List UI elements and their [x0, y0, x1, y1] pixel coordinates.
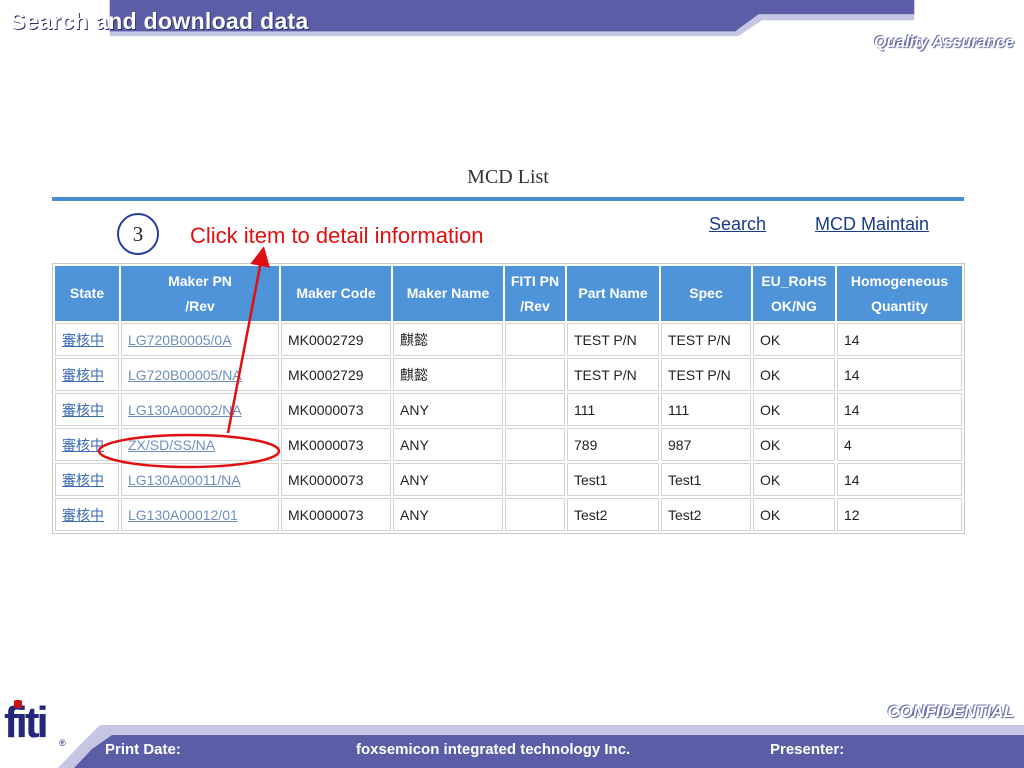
instruction-text: Click item to detail information — [190, 223, 484, 248]
spec-cell: TEST P/N — [661, 358, 751, 391]
logo-red-dot-icon — [14, 700, 22, 708]
section-subtitle: Quality Assurance — [874, 34, 1014, 51]
mcd-maintain-link[interactable]: MCD Maintain — [815, 214, 929, 235]
maker-code-cell: MK0002729 — [281, 358, 391, 391]
maker-pn-link[interactable]: LG720B00005/NA — [121, 358, 279, 391]
step-number-circle: 3 — [117, 213, 159, 255]
rohs-cell: OK — [753, 323, 835, 356]
registered-mark-icon: ® — [59, 738, 66, 748]
maker-pn-link[interactable]: LG130A00012/01 — [121, 498, 279, 531]
maker-name-cell: ANY — [393, 428, 503, 461]
state-link[interactable]: 審核中 — [55, 463, 119, 496]
rohs-cell: OK — [753, 393, 835, 426]
title-divider — [52, 197, 964, 201]
spec-cell: Test2 — [661, 498, 751, 531]
spec-cell: Test1 — [661, 463, 751, 496]
part-name-cell: TEST P/N — [567, 323, 659, 356]
fiti-pn-cell — [505, 428, 565, 461]
col-header-maker-pn: Maker PN/Rev — [121, 266, 279, 321]
fiti-pn-cell — [505, 463, 565, 496]
table-row: 審核中 ZX/SD/SS/NA MK0000073 ANY 789 987 OK… — [55, 428, 962, 461]
maker-name-cell: ANY — [393, 498, 503, 531]
spec-cell: 987 — [661, 428, 751, 461]
maker-name-cell: 麒懿 — [393, 323, 503, 356]
maker-code-cell: MK0000073 — [281, 498, 391, 531]
print-date-label: Print Date: — [105, 741, 181, 758]
rohs-cell: OK — [753, 428, 835, 461]
table-row: 審核中 LG130A00012/01 MK0000073 ANY Test2 T… — [55, 498, 962, 531]
col-header-fiti-pn: FITI PN/Rev — [505, 266, 565, 321]
spec-cell: 111 — [661, 393, 751, 426]
quantity-cell: 4 — [837, 428, 962, 461]
fiti-logo: fiti — [4, 698, 49, 747]
part-name-cell: Test2 — [567, 498, 659, 531]
table-row: 審核中 LG720B0005/0A MK0002729 麒懿 TEST P/N … — [55, 323, 962, 356]
part-name-cell: TEST P/N — [567, 358, 659, 391]
mcd-list-table: State Maker PN/Rev Maker Code Maker Name… — [52, 263, 965, 534]
maker-name-cell: ANY — [393, 463, 503, 496]
maker-name-cell: 麒懿 — [393, 358, 503, 391]
rohs-cell: OK — [753, 358, 835, 391]
part-name-cell: Test1 — [567, 463, 659, 496]
state-link[interactable]: 審核中 — [55, 498, 119, 531]
part-name-cell: 111 — [567, 393, 659, 426]
slide-title: Search and download data — [10, 8, 309, 34]
col-header-spec: Spec — [661, 266, 751, 321]
state-link[interactable]: 審核中 — [55, 393, 119, 426]
page-title: MCD List — [467, 166, 549, 188]
col-header-part-name: Part Name — [567, 266, 659, 321]
rohs-cell: OK — [753, 498, 835, 531]
confidential-label: CONFIDENTIAL — [887, 702, 1014, 721]
maker-name-cell: ANY — [393, 393, 503, 426]
col-header-maker-name: Maker Name — [393, 266, 503, 321]
maker-code-cell: MK0000073 — [281, 393, 391, 426]
maker-code-cell: MK0000073 — [281, 463, 391, 496]
fiti-pn-cell — [505, 498, 565, 531]
quantity-cell: 14 — [837, 393, 962, 426]
quantity-cell: 14 — [837, 463, 962, 496]
maker-pn-link[interactable]: LG130A00002/NA — [121, 393, 279, 426]
table-row: 審核中 LG130A00002/NA MK0000073 ANY 111 111… — [55, 393, 962, 426]
maker-pn-link[interactable]: LG130A00011/NA — [121, 463, 279, 496]
col-header-state: State — [55, 266, 119, 321]
quantity-cell: 14 — [837, 358, 962, 391]
fiti-pn-cell — [505, 393, 565, 426]
state-link[interactable]: 審核中 — [55, 428, 119, 461]
col-header-homogeneous-quantity: Homogeneous Quantity — [837, 266, 962, 321]
company-name: foxsemicon integrated technology Inc. — [356, 741, 631, 758]
col-header-maker-code: Maker Code — [281, 266, 391, 321]
maker-pn-link[interactable]: LG720B0005/0A — [121, 323, 279, 356]
presenter-label: Presenter: — [770, 741, 845, 758]
spec-cell: TEST P/N — [661, 323, 751, 356]
fiti-pn-cell — [505, 323, 565, 356]
table-row: 審核中 LG130A00011/NA MK0000073 ANY Test1 T… — [55, 463, 962, 496]
part-name-cell: 789 — [567, 428, 659, 461]
quantity-cell: 14 — [837, 323, 962, 356]
maker-code-cell: MK0000073 — [281, 428, 391, 461]
quantity-cell: 12 — [837, 498, 962, 531]
table-row: 審核中 LG720B00005/NA MK0002729 麒懿 TEST P/N… — [55, 358, 962, 391]
maker-code-cell: MK0002729 — [281, 323, 391, 356]
col-header-eu-rohs: EU_RoHS OK/NG — [753, 266, 835, 321]
state-link[interactable]: 審核中 — [55, 358, 119, 391]
maker-pn-link[interactable]: ZX/SD/SS/NA — [121, 428, 279, 461]
search-link[interactable]: Search — [709, 214, 766, 235]
fiti-pn-cell — [505, 358, 565, 391]
state-link[interactable]: 審核中 — [55, 323, 119, 356]
rohs-cell: OK — [753, 463, 835, 496]
table-header-row: State Maker PN/Rev Maker Code Maker Name… — [55, 266, 962, 321]
